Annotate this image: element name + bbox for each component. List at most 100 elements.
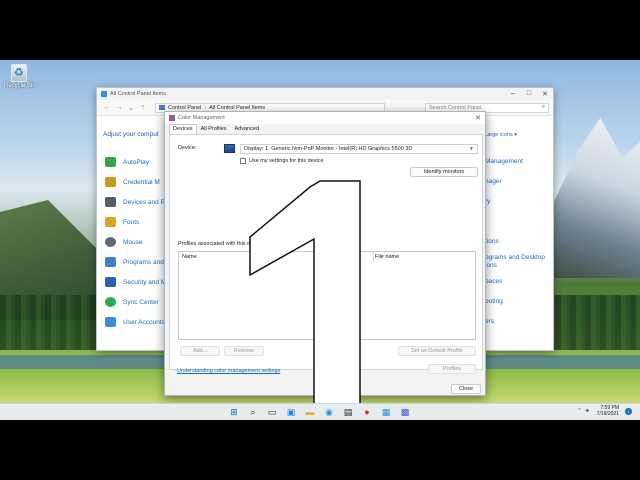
- cp-item-security[interactable]: Security and M: [105, 272, 166, 292]
- control-panel-items-left: AutoPlay Credential M Devices and P Font…: [105, 152, 166, 332]
- task-view-icon[interactable]: ▭: [266, 406, 278, 418]
- cp-item-mouse[interactable]: Mouse: [105, 232, 166, 252]
- chevron-down-icon: ▼: [469, 146, 474, 152]
- system-tray: ⌃ 🕪 7:59 PM 7/18/2021 1: [577, 405, 632, 417]
- cp-item-devices-printers[interactable]: Devices and P: [105, 192, 166, 212]
- profiles-button[interactable]: Profiles: [428, 364, 476, 374]
- cp-item-autoplay[interactable]: AutoPlay: [105, 152, 166, 172]
- item-label: Credential M: [123, 178, 160, 186]
- cp-item-sync-center[interactable]: Sync Center: [105, 292, 166, 312]
- cp-item-right[interactable]: ers: [485, 312, 553, 332]
- chevron-right-icon: ›: [204, 104, 207, 111]
- cp-item-right[interactable]: [485, 212, 553, 232]
- number-one-overlay: [249, 180, 361, 412]
- tab-advanced[interactable]: Advanced: [231, 124, 263, 134]
- close-button[interactable]: ✕: [537, 90, 553, 98]
- clock-date: 7/18/2021: [596, 411, 619, 417]
- cp-item-right[interactable]: nager: [485, 172, 553, 192]
- breadcrumb-control-panel[interactable]: Control Panel: [168, 105, 201, 111]
- cp-item-right[interactable]: paces: [485, 272, 553, 292]
- recycle-bin[interactable]: Recycle Bin: [4, 62, 36, 89]
- control-panel-items-right: Management nager ry tions ograms and Des…: [485, 152, 553, 332]
- recycle-bin-label: Recycle Bin: [4, 83, 36, 89]
- clock[interactable]: 7:59 PM 7/18/2021: [597, 405, 619, 417]
- tab-strip: Devices All Profiles Advanced: [169, 124, 485, 134]
- cp-item-right[interactable]: ooting: [485, 292, 553, 312]
- sync-icon: [105, 297, 116, 307]
- column-header-file-name[interactable]: File name: [375, 254, 399, 260]
- users-icon: [105, 317, 116, 327]
- breadcrumb-all-items[interactable]: All Control Panel Items: [209, 105, 265, 111]
- cp-item-right[interactable]: ograms and Desktop ions: [485, 252, 553, 272]
- cp-item-fonts[interactable]: Fonts: [105, 212, 166, 232]
- item-label: User Accounts: [123, 318, 165, 326]
- item-label: Sync Center: [123, 298, 159, 306]
- item-label: Programs and: [123, 258, 164, 266]
- color-management-title: Color Management: [178, 115, 225, 121]
- monitor-icon: [224, 144, 235, 153]
- back-arrow-icon[interactable]: ←: [101, 104, 113, 111]
- edge-icon[interactable]: ◉: [323, 406, 335, 418]
- desktop: Recycle Bin All Control Panel Items – □ …: [0, 60, 640, 420]
- view-by-link[interactable]: Large icons ▾: [484, 132, 517, 138]
- cp-item-programs[interactable]: Programs and: [105, 252, 166, 272]
- color-management-titlebar[interactable]: Color Management ✕: [165, 112, 485, 124]
- item-label: Mouse: [123, 238, 143, 246]
- flag-icon: [105, 277, 116, 287]
- device-select[interactable]: Display: 1. Generic Non-PnP Monitor - In…: [240, 144, 478, 154]
- column-divider: [373, 253, 374, 261]
- cp-item-right[interactable]: tions: [485, 232, 553, 252]
- maximize-button[interactable]: □: [521, 90, 537, 98]
- forward-arrow-icon[interactable]: →: [113, 104, 125, 111]
- chrome-icon[interactable]: ●: [361, 406, 373, 418]
- dropdown-icon[interactable]: ⌄: [125, 104, 137, 112]
- chevron-up-icon[interactable]: ⌃: [577, 408, 581, 414]
- tab-all-profiles[interactable]: All Profiles: [197, 124, 231, 134]
- recycle-bin-icon: [11, 64, 27, 82]
- autoplay-icon: [105, 157, 116, 167]
- credential-icon: [105, 177, 116, 187]
- cp-item-user-accounts[interactable]: User Accounts: [105, 312, 166, 332]
- mouse-icon: [105, 237, 116, 247]
- notification-badge[interactable]: 1: [625, 407, 632, 415]
- minimize-button[interactable]: –: [505, 90, 521, 98]
- set-default-profile-button[interactable]: Set as Default Profile: [398, 346, 476, 356]
- up-arrow-icon[interactable]: ↑: [137, 104, 149, 111]
- checkbox-box[interactable]: [240, 158, 246, 164]
- cp-item-right[interactable]: ry: [485, 192, 553, 212]
- programs-icon: [105, 257, 116, 267]
- control-panel-taskbar-icon[interactable]: ▦: [380, 406, 392, 418]
- control-panel-titlebar[interactable]: All Control Panel Items – □ ✕: [97, 88, 553, 100]
- tab-devices[interactable]: Devices: [169, 124, 197, 134]
- search-icon[interactable]: ⌕: [247, 406, 259, 418]
- use-settings-label: Use my settings for this device: [249, 158, 324, 164]
- cp-item-right[interactable]: Management: [485, 152, 553, 172]
- color-management-taskbar-icon[interactable]: ▩: [399, 406, 411, 418]
- adjust-heading: Adjust your comput: [103, 131, 159, 138]
- item-label: Fonts: [123, 218, 140, 226]
- color-management-icon: [169, 115, 175, 121]
- close-icon[interactable]: ✕: [475, 114, 481, 122]
- start-icon[interactable]: ⊞: [228, 406, 240, 418]
- snowy-mountain: [552, 118, 640, 278]
- item-label: Security and M: [123, 278, 167, 286]
- device-select-value: Display: 1. Generic Non-PnP Monitor - In…: [244, 146, 413, 152]
- column-header-name[interactable]: Name: [182, 254, 197, 260]
- search-placeholder: Search Control Panel: [429, 104, 482, 111]
- add-button[interactable]: Add...: [180, 346, 220, 356]
- control-panel-title: All Control Panel Items: [110, 91, 166, 97]
- close-button[interactable]: Close: [451, 384, 481, 394]
- file-explorer-icon[interactable]: ▬: [304, 406, 316, 418]
- identify-monitors-button[interactable]: Identify monitors: [410, 167, 478, 177]
- device-label: Device:: [178, 145, 197, 151]
- widgets-icon[interactable]: ▣: [285, 406, 297, 418]
- fonts-icon: [105, 217, 116, 227]
- search-icon: ⌕: [541, 104, 545, 110]
- item-label: Devices and P: [123, 198, 165, 206]
- use-settings-checkbox[interactable]: Use my settings for this device: [240, 158, 324, 164]
- control-panel-small-icon: [159, 105, 165, 110]
- cp-item-credential-manager[interactable]: Credential M: [105, 172, 166, 192]
- store-icon[interactable]: ▤: [342, 406, 354, 418]
- item-label: AutoPlay: [123, 158, 150, 166]
- speaker-icon[interactable]: 🕪: [586, 408, 589, 414]
